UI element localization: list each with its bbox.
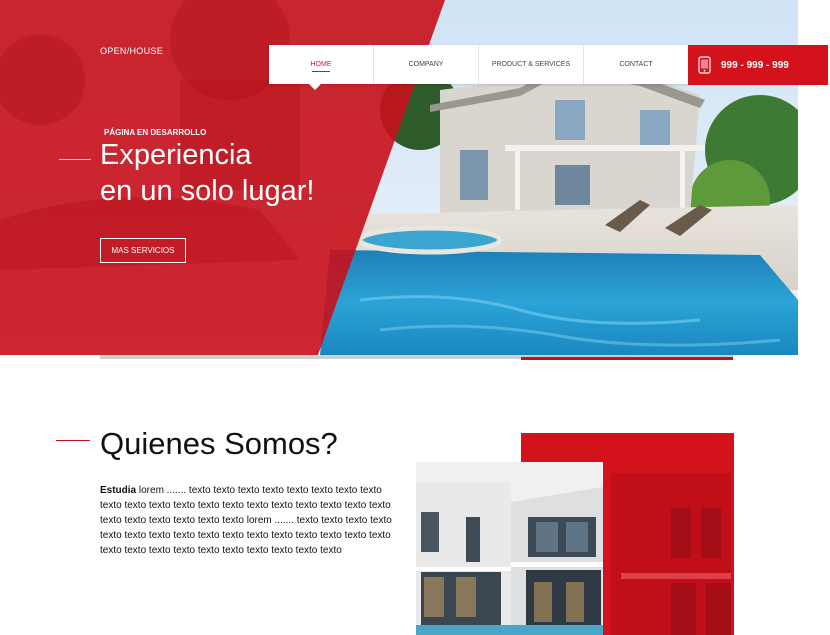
modern-house-illustration [416,462,603,635]
nav-product-services-label: PRODUCT & SERVICES [491,61,571,68]
mobile-phone-icon [698,56,711,74]
nav-company[interactable]: COMPANY [374,45,479,84]
about-body: Estudia lorem ....... texto texto texto … [100,483,405,558]
about-lead: Estudia [100,485,137,496]
phone-number: 999 - 999 - 999 [721,59,789,71]
about-decorative-line [56,440,90,441]
nav-active-underline [312,71,330,72]
modern-house-image [416,462,603,635]
about-title: Quienes Somos? [100,426,338,461]
nav-contact-label: CONTACT [619,61,653,68]
more-services-button[interactable]: MAS SERVICIOS [100,238,186,263]
hero-headline-line1: Experiencia [100,139,252,171]
hero-eyebrow: PÁGINA EN DESARROLLO [104,128,207,137]
nav-contact[interactable]: CONTACT [584,45,688,84]
hero-headline: Experiencia en un solo lugar! [100,137,314,209]
phone-cta[interactable]: 999 - 999 - 999 [688,45,828,85]
hero-headline-line2: en un solo lugar! [100,175,315,207]
nav-home[interactable]: HOME [269,45,374,84]
about-body-text: lorem ....... texto texto texto texto te… [100,485,392,556]
slider-progress-fill [521,357,733,360]
hero-decorative-line [59,159,91,160]
nav-home-label: HOME [310,61,332,68]
nav-active-caret [309,84,321,90]
brand-logo[interactable]: OPEN/HOUSE [100,46,163,56]
nav-company-label: COMPANY [408,61,444,68]
main-nav: HOME COMPANY PRODUCT & SERVICES CONTACT [269,45,688,84]
nav-product-services[interactable]: PRODUCT & SERVICES [479,45,584,84]
